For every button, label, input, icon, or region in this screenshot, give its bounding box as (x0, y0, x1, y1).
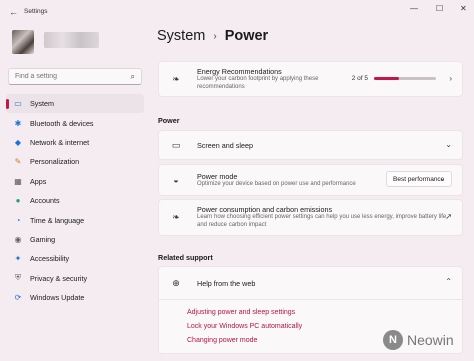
sidebar-item-label: Privacy & security (30, 273, 88, 283)
avatar[interactable] (12, 30, 34, 54)
search-icon[interactable]: ⌕ (131, 72, 135, 82)
window-title: Settings (24, 8, 48, 15)
power-mode-dropdown[interactable]: Best performance ⌄ (386, 171, 452, 187)
sidebar-item-label: Time & language (30, 215, 85, 225)
maximize-button[interactable]: ☐ (436, 4, 443, 13)
sidebar-item-gaming[interactable]: ◉ Gaming (6, 230, 144, 249)
page-title: Power (224, 28, 269, 44)
breadcrumb-parent[interactable]: System (157, 28, 205, 44)
gaming-icon: ◉ (14, 234, 22, 244)
power-mode-subtitle: Optimize your device based on power use … (197, 180, 356, 187)
globe-icon: ⊕ (172, 277, 180, 288)
sidebar-item-system[interactable]: ▭ System (6, 94, 144, 114)
sidebar-item-bluetooth-devices[interactable]: ✱ Bluetooth & devices (6, 113, 144, 132)
help-from-web-header[interactable]: ⊕ Help from the web ⌃ (159, 267, 462, 299)
sidebar-item-label: Apps (30, 176, 47, 186)
chevron-up-icon[interactable]: ⌃ (445, 277, 452, 286)
consumption-subtitle-2: and reduce carbon impact (197, 222, 267, 228)
sidebar-item-label: Network & internet (30, 137, 90, 147)
help-title: Help from the web (197, 278, 256, 288)
monitor-icon: ▭ (171, 139, 181, 150)
neowin-logo-icon: N (383, 330, 403, 350)
sidebar-item-label: Gaming (30, 234, 56, 244)
leaf-icon: ❧ (172, 73, 180, 84)
consumption-title: Power consumption and carbon emissions (197, 205, 333, 215)
power-mode-selected: Best performance (393, 175, 445, 183)
neowin-text: Neowin (407, 332, 454, 348)
breadcrumb: System › Power (157, 28, 268, 44)
sidebar-item-accessibility[interactable]: ✦ Accessibility (6, 249, 144, 268)
back-arrow-icon[interactable]: ← (9, 7, 18, 17)
external-link-icon: ↗ (445, 212, 452, 221)
minimize-button[interactable]: — (410, 4, 418, 13)
sidebar-item-privacy-security[interactable]: ⛨ Privacy & security (6, 269, 144, 288)
sidebar-item-network-internet[interactable]: ◆ Network & internet (6, 133, 144, 152)
screen-sleep-title: Screen and sleep (197, 140, 253, 150)
personalization-icon: ✎ (14, 157, 22, 167)
neowin-watermark: N Neowin (383, 330, 454, 350)
time-language-icon: ◔ (15, 215, 21, 225)
accessibility-icon: ✦ (14, 254, 22, 264)
user-name-blurred (44, 32, 99, 48)
sidebar-item-apps[interactable]: ▦ Apps (6, 172, 144, 191)
sidebar-item-personalization[interactable]: ✎ Personalization (6, 152, 144, 171)
breadcrumb-separator: › (213, 30, 217, 42)
power-mode-icon: ◒ (173, 175, 179, 185)
sidebar-item-label: Personalization (30, 157, 80, 167)
sidebar-item-label: Accounts (30, 196, 60, 206)
sidebar-item-accounts[interactable]: ● Accounts (6, 191, 144, 210)
energy-progress: 2 of 5 (352, 75, 436, 82)
sidebar-item-time-language[interactable]: ◔ Time & language (6, 210, 144, 229)
network-icon: ◆ (14, 137, 22, 147)
energy-subtitle-2: recommendations (197, 83, 245, 90)
search-box[interactable]: ⌕ (8, 68, 142, 85)
screen-sleep-card[interactable]: ▭ Screen and sleep ⌄ (158, 130, 463, 160)
power-consumption-card[interactable]: ❧ Power consumption and carbon emissions… (158, 199, 463, 236)
close-button[interactable]: ✕ (460, 4, 467, 13)
accounts-icon: ● (15, 196, 21, 206)
energy-title: Energy Recommendations (197, 66, 282, 76)
sidebar-item-label: Windows Update (30, 293, 85, 303)
sidebar-item-windows-update[interactable]: ⟳ Windows Update (6, 288, 144, 307)
search-input[interactable] (15, 73, 131, 80)
consumption-subtitle-1: Learn how choosing efficient power setti… (197, 214, 448, 221)
sidebar-nav: ▭ System ✱ Bluetooth & devices ◆ Network & in… (6, 94, 144, 307)
title-bar: ← Settings — ☐ ✕ (0, 0, 474, 24)
privacy-icon: ⛨ (15, 273, 21, 283)
apps-icon: ▦ (14, 176, 22, 186)
energy-subtitle-1: Lower your carbon footprint by applying … (197, 75, 319, 82)
energy-recommendations-card[interactable]: ❧ Energy Recommendations Lower your carb… (158, 61, 463, 97)
chevron-right-icon: › (449, 74, 452, 83)
chevron-down-icon[interactable]: ⌄ (445, 140, 452, 149)
link-lock-pc[interactable]: Lock your Windows PC automatically (187, 323, 462, 330)
dropdown-arrow-icon: ⌄ (439, 176, 445, 183)
windows-update-icon: ⟳ (14, 293, 22, 303)
bluetooth-icon: ✱ (14, 118, 22, 128)
related-support-label: Related support (158, 253, 213, 262)
system-icon: ▭ (14, 99, 22, 109)
energy-progress-bar (374, 77, 436, 80)
link-adjust-power-sleep[interactable]: Adjusting power and sleep settings (187, 309, 462, 316)
energy-progress-fill (374, 77, 399, 80)
power-section-label: Power (158, 116, 180, 125)
leaf-monitor-icon: ❧ (172, 212, 180, 222)
energy-progress-text: 2 of 5 (351, 75, 368, 82)
power-mode-card: ◒ Power mode Optimize your device based … (158, 164, 463, 196)
sidebar-item-label: Accessibility (30, 254, 70, 264)
sidebar-item-label: System (30, 99, 54, 109)
power-mode-title: Power mode (197, 171, 238, 181)
sidebar-item-label: Bluetooth & devices (30, 118, 94, 128)
